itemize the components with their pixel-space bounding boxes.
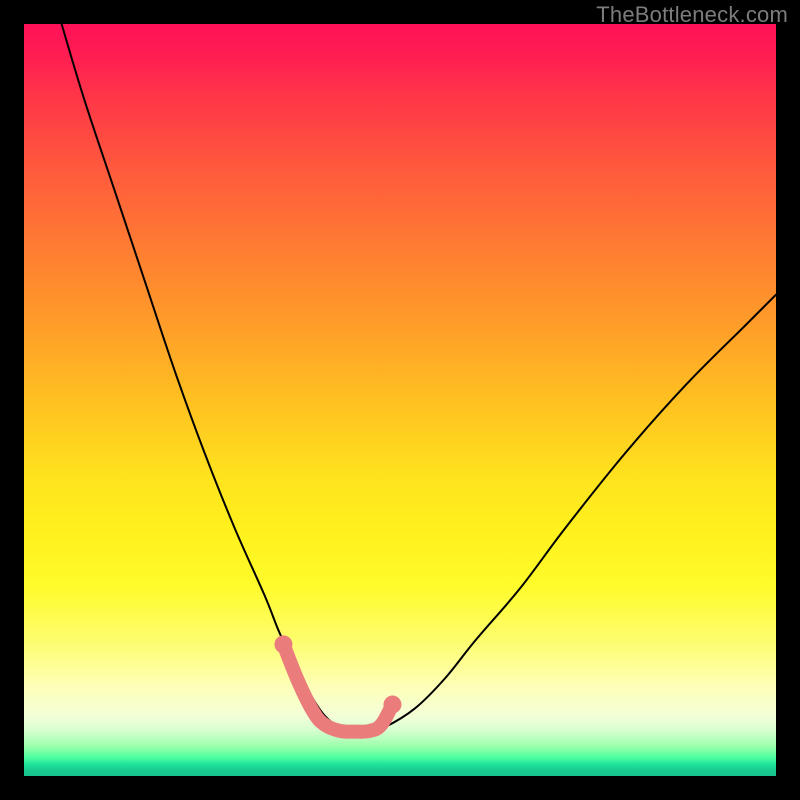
watermark-text: TheBottleneck.com: [596, 2, 788, 28]
range-endpoint-dot: [274, 635, 292, 653]
range-endpoint-dot: [383, 696, 401, 714]
recommended-range-curve: [283, 644, 392, 731]
plot-area: [24, 24, 776, 776]
bottleneck-curve: [62, 24, 776, 731]
curve-layer: [24, 24, 776, 776]
chart-container: TheBottleneck.com: [0, 0, 800, 800]
